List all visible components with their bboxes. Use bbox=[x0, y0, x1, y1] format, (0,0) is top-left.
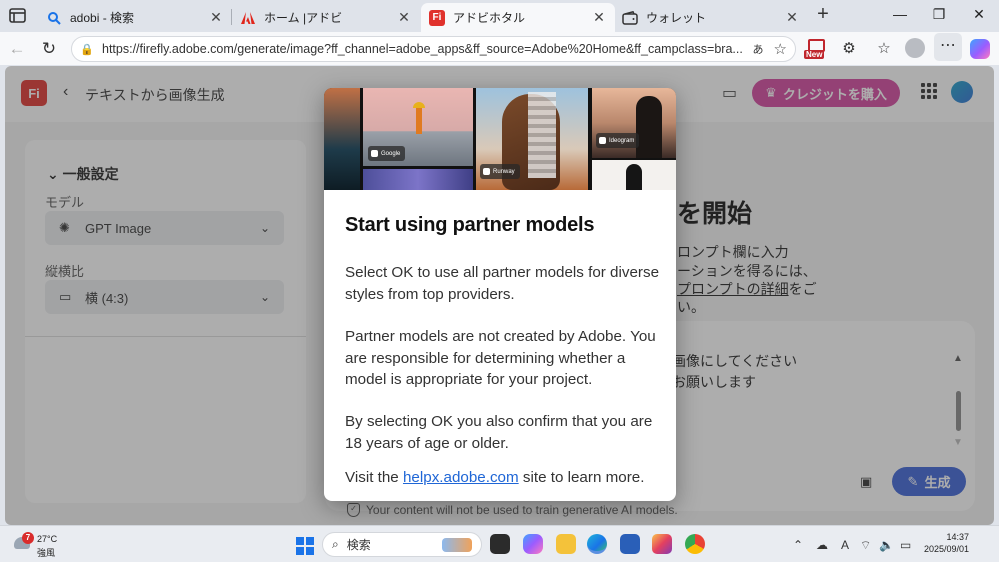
dialog-paragraph-1: Select OK to use all partner models for … bbox=[345, 264, 660, 303]
new-badge: New bbox=[804, 50, 825, 59]
firefly-icon: Fi bbox=[429, 9, 445, 26]
tray-chevron-icon[interactable]: ⌃ bbox=[793, 538, 803, 552]
tab-title: ウォレット bbox=[646, 11, 707, 25]
task-view-icon[interactable] bbox=[490, 534, 510, 554]
tab-title: ホーム |アドビ bbox=[264, 11, 343, 25]
weather-widget[interactable]: 7 27°C 強風 bbox=[14, 532, 74, 558]
provider-badge: Google bbox=[368, 146, 406, 161]
new-tab-button[interactable]: + bbox=[811, 4, 835, 26]
search-icon: ⌕ bbox=[332, 537, 339, 551]
taskbar-clock[interactable]: 14:37 2025/09/01 bbox=[921, 531, 969, 555]
clock-date: 2025/09/01 bbox=[923, 544, 969, 554]
dialog-title: Start using partner models bbox=[345, 214, 595, 236]
weather-alert-badge: 7 bbox=[22, 532, 34, 544]
collage-image bbox=[592, 160, 676, 190]
taskbar-search[interactable]: ⌕ 検索 bbox=[322, 532, 482, 557]
wifi-icon[interactable]: ⌔ bbox=[860, 538, 871, 553]
helpx-link[interactable]: helpx.adobe.com bbox=[403, 469, 519, 486]
more-menu-icon[interactable]: ⋯ bbox=[934, 33, 962, 61]
adobe-icon bbox=[240, 10, 256, 26]
dialog-paragraph-2: Partner models are not created by Adobe.… bbox=[345, 328, 656, 388]
ime-indicator[interactable]: A bbox=[841, 538, 849, 552]
browser-toolbar: ← ↻ 🔒 https://firefly.adobe.com/generate… bbox=[0, 32, 999, 65]
collage-image: Google bbox=[363, 88, 473, 166]
tab-search[interactable]: adobi - 検索 ✕ bbox=[38, 3, 232, 32]
collage-image bbox=[324, 88, 360, 190]
clock-time: 14:37 bbox=[946, 532, 969, 542]
tab-firefly[interactable]: Fi アドビホタル ✕ bbox=[421, 3, 615, 32]
edge-icon[interactable] bbox=[587, 534, 607, 554]
partner-image-collage: Google Runway Ideogram bbox=[324, 88, 676, 190]
battery-icon[interactable]: ▭ bbox=[900, 538, 911, 552]
close-tab-icon[interactable]: ✕ bbox=[784, 9, 800, 26]
weather-desc: 強風 bbox=[37, 548, 56, 558]
favorite-star-icon[interactable]: ☆ bbox=[774, 40, 787, 58]
close-window-icon[interactable]: ✕ bbox=[968, 6, 990, 26]
tab-wallet[interactable]: ウォレット ✕ bbox=[614, 3, 808, 32]
collage-image: Runway bbox=[476, 88, 588, 190]
lock-icon: 🔒 bbox=[80, 43, 94, 56]
tab-actions-icon[interactable] bbox=[8, 7, 28, 25]
volume-icon[interactable]: 🔈 bbox=[879, 538, 894, 552]
new-feature-icon[interactable]: New bbox=[804, 39, 828, 61]
dialog-learn-more: Visit the helpx.adobe.com site to learn … bbox=[345, 469, 645, 486]
partner-models-dialog: Google Runway Ideogram Start using partn… bbox=[324, 88, 676, 501]
tab-adobe-home[interactable]: ホーム |アドビ ✕ bbox=[232, 3, 420, 32]
store-icon[interactable] bbox=[620, 534, 640, 554]
url-text[interactable]: https://firefly.adobe.com/generate/image… bbox=[102, 42, 747, 56]
address-bar[interactable]: 🔒 https://firefly.adobe.com/generate/ima… bbox=[71, 36, 796, 62]
profile-avatar[interactable] bbox=[905, 38, 925, 58]
translate-icon[interactable]: あ bbox=[753, 41, 764, 57]
close-tab-icon[interactable]: ✕ bbox=[396, 9, 412, 26]
restore-icon[interactable]: ❐ bbox=[928, 6, 950, 26]
tab-strip: adobi - 検索 ✕ ホーム |アドビ ✕ Fi アドビホタル ✕ ウォレッ… bbox=[0, 0, 999, 32]
copilot-taskbar-icon[interactable] bbox=[523, 534, 543, 554]
refresh-icon[interactable]: ↻ bbox=[38, 38, 60, 60]
network-status-icon[interactable]: ☁ bbox=[816, 538, 828, 552]
close-tab-icon[interactable]: ✕ bbox=[591, 9, 607, 26]
wallet-icon bbox=[622, 10, 638, 26]
dialog-paragraph-3: By selecting OK you also confirm that yo… bbox=[345, 413, 653, 452]
back-icon[interactable]: ← bbox=[6, 38, 28, 60]
weather-temp: 27°C bbox=[37, 534, 58, 544]
taskbar-search-placeholder: 検索 bbox=[346, 538, 371, 552]
extensions-icon[interactable]: ⚙ bbox=[838, 38, 860, 60]
copilot-icon[interactable] bbox=[970, 39, 990, 59]
favorites-icon[interactable]: ☆ bbox=[873, 38, 895, 60]
chrome-icon[interactable] bbox=[685, 534, 705, 554]
instagram-icon[interactable] bbox=[652, 534, 672, 554]
search-highlight-icon bbox=[442, 537, 472, 552]
tab-title: adobi - 検索 bbox=[70, 11, 135, 25]
close-tab-icon[interactable]: ✕ bbox=[208, 9, 224, 26]
provider-badge: Ideogram bbox=[596, 133, 640, 148]
provider-badge: Runway bbox=[480, 164, 520, 179]
minimize-icon[interactable]: — bbox=[889, 6, 911, 26]
collage-image: Ideogram bbox=[592, 88, 676, 158]
file-explorer-icon[interactable] bbox=[556, 534, 576, 554]
collage-image bbox=[363, 169, 473, 190]
search-icon bbox=[46, 10, 62, 26]
tab-title: アドビホタル bbox=[453, 11, 526, 25]
windows-start-icon[interactable] bbox=[296, 537, 314, 555]
